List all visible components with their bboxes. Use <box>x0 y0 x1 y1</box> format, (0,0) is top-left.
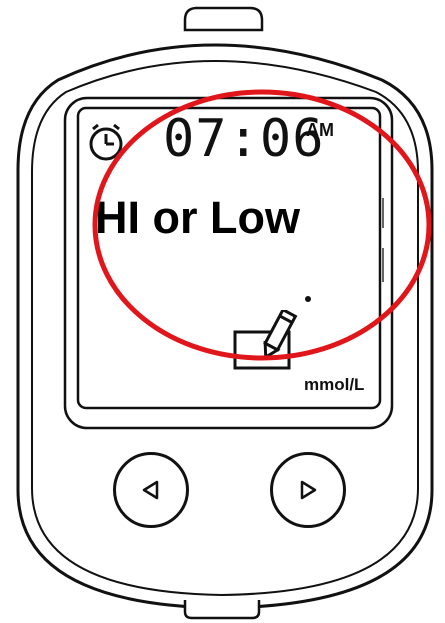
right-button[interactable] <box>270 452 346 528</box>
glucose-meter-illustration: 07:06 AM mmol/L HI or Low <box>0 0 445 623</box>
ampm-indicator: AM <box>306 120 334 140</box>
unit-label: mmol/L <box>304 375 365 394</box>
right-arrow-icon <box>300 480 317 500</box>
time-readout: 07:06 <box>163 109 325 169</box>
left-button[interactable] <box>113 452 189 528</box>
meter-body <box>16 6 434 620</box>
clock-icon <box>89 123 123 161</box>
hi-low-message: HI or Low <box>95 192 300 243</box>
left-arrow-icon <box>142 480 159 500</box>
memo-pencil-icon <box>233 310 298 370</box>
